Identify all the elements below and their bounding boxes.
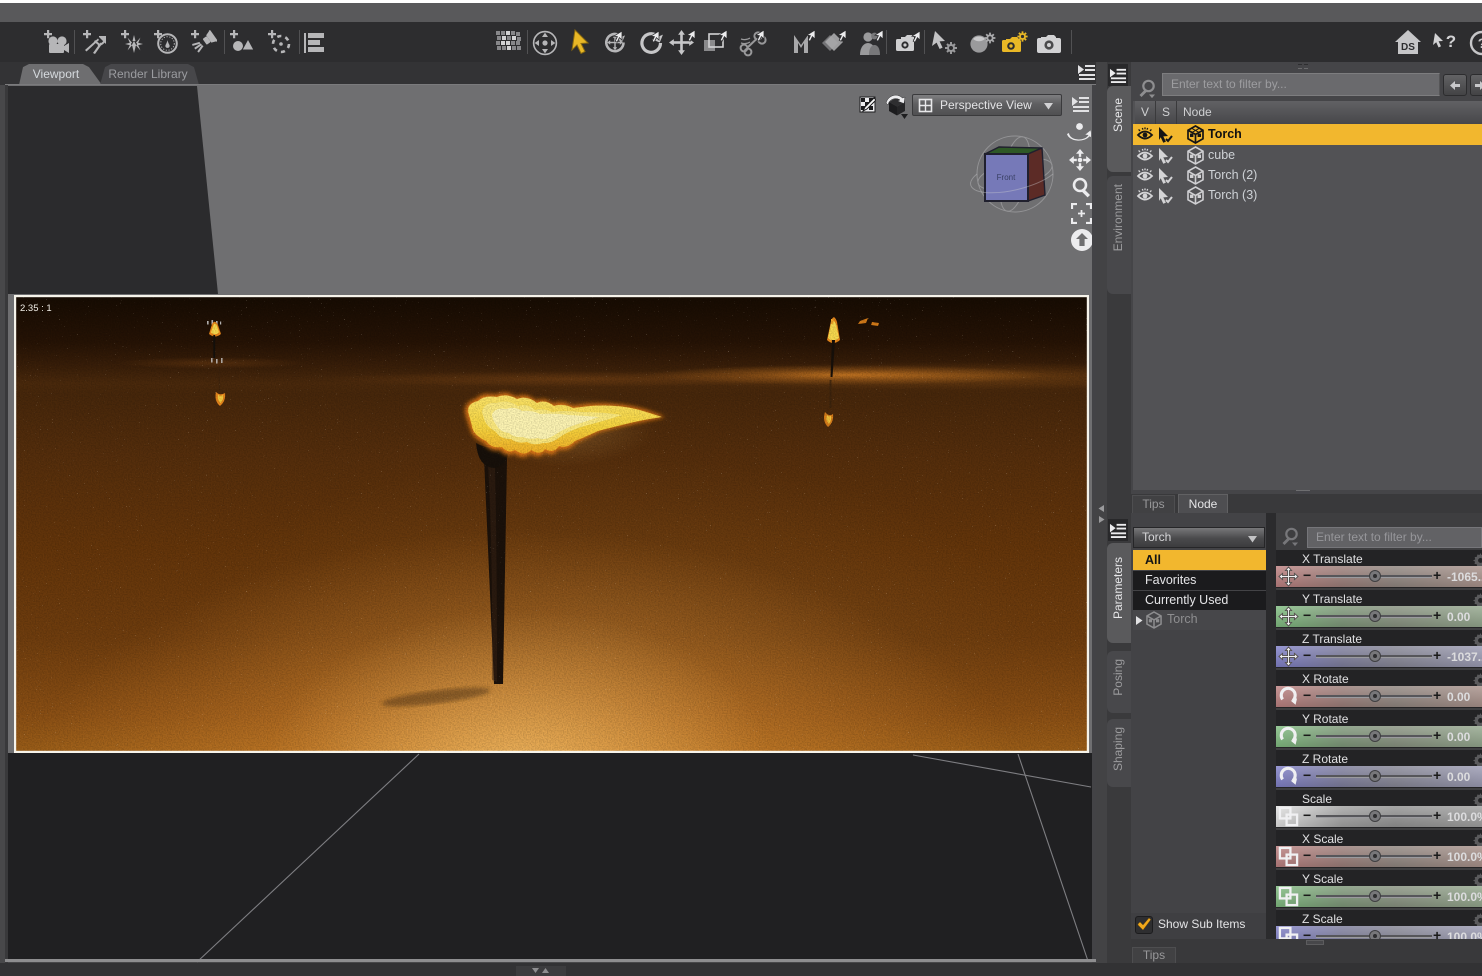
svg-text:?: ? xyxy=(1478,35,1482,51)
svg-text:?: ? xyxy=(1446,32,1456,51)
svg-text:Front: Front xyxy=(997,173,1016,182)
svg-text:DS: DS xyxy=(1401,42,1415,53)
svg-text:2.35 : 1: 2.35 : 1 xyxy=(20,303,52,314)
